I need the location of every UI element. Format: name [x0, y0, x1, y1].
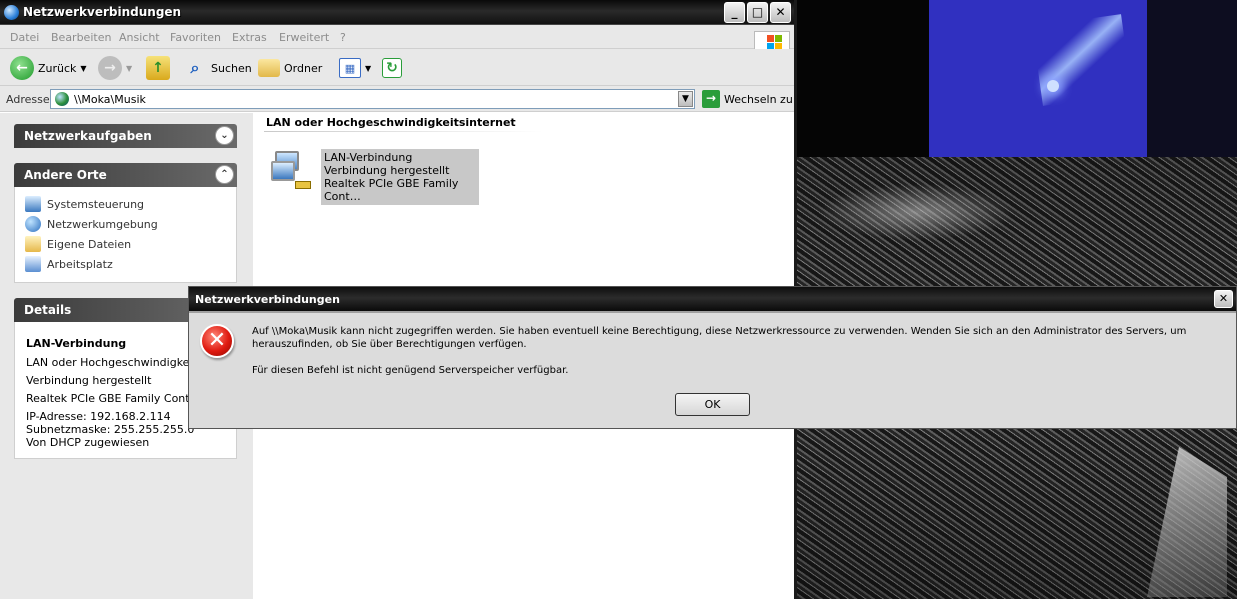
go-label: Wechseln zu	[724, 92, 793, 106]
forward-dropdown-icon[interactable]: ▼	[126, 64, 132, 73]
back-label: Zurück	[38, 61, 77, 75]
refresh-icon: ↻	[382, 58, 402, 78]
light-beam	[1031, 14, 1133, 106]
background-photo-stage	[797, 0, 1237, 157]
network-connections-icon	[4, 5, 19, 20]
panel-other-places-title: Andere Orte	[24, 168, 107, 182]
address-dropdown-icon[interactable]: ▼	[678, 91, 693, 107]
folders-label: Ordner	[284, 61, 323, 75]
search-button[interactable]: ⌕ Suchen	[183, 55, 252, 81]
expand-chevron-icon[interactable]: ⌄	[215, 126, 234, 145]
place-label: Netzwerkumgebung	[47, 217, 158, 231]
forward-arrow-icon: →	[98, 56, 122, 80]
panel-other-places[interactable]: Andere Orte ⌃	[14, 163, 237, 187]
title-bar[interactable]: Netzwerkverbindungen _ □ ✕	[0, 0, 794, 25]
lan-connection-label: LAN-Verbindung Verbindung hergestellt Re…	[321, 149, 479, 205]
menu-ansicht[interactable]: Ansicht	[119, 31, 160, 44]
address-label: Adresse	[6, 93, 50, 106]
address-input[interactable]: \\Moka\Musik ▼	[50, 89, 695, 109]
collapse-chevron-icon[interactable]: ⌃	[215, 165, 234, 184]
address-bar: Adresse \\Moka\Musik ▼ → Wechseln zu	[0, 86, 794, 112]
connection-device: Realtek PCIe GBE Family Cont…	[324, 177, 459, 203]
dialog-title: Netzwerkverbindungen	[195, 293, 340, 306]
place-label: Systemsteuerung	[47, 197, 145, 211]
views-dropdown-icon[interactable]: ▼	[365, 64, 371, 73]
dialog-close-button[interactable]: ✕	[1214, 290, 1233, 308]
address-value: \\Moka\Musik	[74, 93, 146, 106]
panel-network-tasks-title: Netzwerkaufgaben	[24, 129, 152, 143]
views-icon: ▦	[339, 58, 361, 78]
error-icon: ✕	[200, 324, 234, 358]
dialog-body: ✕ Auf \\Moka\Musik kann nicht zugegriffe…	[189, 311, 1236, 428]
forward-button[interactable]: → ▼	[98, 55, 132, 81]
control-panel-icon	[25, 196, 41, 212]
place-eigene-dateien[interactable]: Eigene Dateien	[25, 236, 131, 252]
menu-bearbeiten[interactable]: Bearbeiten	[51, 31, 111, 44]
place-label: Arbeitsplatz	[47, 257, 113, 271]
place-netzwerkumgebung[interactable]: Netzwerkumgebung	[25, 216, 158, 232]
menu-erweitert[interactable]: Erweitert	[279, 31, 329, 44]
menu-extras[interactable]: Extras	[232, 31, 267, 44]
lan-connection-item[interactable]: LAN-Verbindung Verbindung hergestellt Re…	[271, 149, 479, 205]
up-folder-button[interactable]: ↑	[146, 55, 170, 81]
panel-network-tasks[interactable]: Netzwerkaufgaben ⌄	[14, 124, 237, 148]
menu-bar: Datei Bearbeiten Ansicht Favoriten Extra…	[0, 25, 794, 51]
place-arbeitsplatz[interactable]: Arbeitsplatz	[25, 256, 113, 272]
windows-logo-icon	[754, 31, 790, 51]
toolbar: ← Zurück ▼ → ▼ ↑ ⌕ Suchen Ordner ▦ ▼ ↻	[0, 49, 794, 86]
minimize-button[interactable]: _	[724, 2, 745, 23]
dialog-message: Auf \\Moka\Musik kann nicht zugegriffen …	[252, 326, 1187, 350]
go-button[interactable]: → Wechseln zu	[702, 90, 793, 108]
close-button[interactable]: ✕	[770, 2, 791, 23]
back-dropdown-icon[interactable]: ▼	[80, 64, 86, 73]
error-dialog: Netzwerkverbindungen ✕ ✕ Auf \\Moka\Musi…	[188, 286, 1237, 429]
folder-up-icon: ↑	[146, 56, 170, 80]
menu-favoriten[interactable]: Favoriten	[170, 31, 221, 44]
my-documents-icon	[25, 236, 41, 252]
views-button[interactable]: ▦ ▼	[339, 55, 371, 81]
lan-connection-icon	[271, 149, 315, 193]
ok-button[interactable]: OK	[675, 393, 750, 416]
details-dhcp: Von DHCP zugewiesen	[26, 436, 150, 449]
menu-datei[interactable]: Datei	[10, 31, 39, 44]
my-computer-icon	[25, 256, 41, 272]
dialog-title-bar[interactable]: Netzwerkverbindungen ✕	[189, 287, 1236, 311]
maximize-button[interactable]: □	[747, 2, 768, 23]
spotlight	[1047, 80, 1059, 92]
panel-details-title: Details	[24, 303, 72, 317]
dialog-message-detail: Für diesen Befehl ist nicht genügend Ser…	[252, 365, 569, 376]
network-globe-icon	[55, 92, 69, 106]
back-button[interactable]: ← Zurück ▼	[10, 55, 87, 81]
snow-slope	[1147, 447, 1227, 597]
folders-button[interactable]: Ordner	[258, 55, 322, 81]
go-arrow-icon: →	[702, 90, 720, 108]
connection-status: Verbindung hergestellt	[324, 164, 450, 177]
search-icon: ⌕	[190, 58, 200, 77]
group-divider	[264, 131, 544, 132]
place-label: Eigene Dateien	[47, 237, 132, 251]
window-title: Netzwerkverbindungen	[23, 5, 182, 19]
place-systemsteuerung[interactable]: Systemsteuerung	[25, 196, 144, 212]
back-arrow-icon: ←	[10, 56, 34, 80]
other-places-list: Systemsteuerung Netzwerkumgebung Eigene …	[14, 187, 237, 283]
search-label: Suchen	[211, 61, 252, 75]
folders-icon	[258, 59, 280, 77]
refresh-button[interactable]: ↻	[382, 55, 402, 81]
menu-help[interactable]: ?	[340, 31, 346, 44]
connection-name: LAN-Verbindung	[324, 151, 413, 164]
network-places-icon	[25, 216, 41, 232]
group-header: LAN oder Hochgeschwindigkeitsinternet	[266, 116, 516, 129]
